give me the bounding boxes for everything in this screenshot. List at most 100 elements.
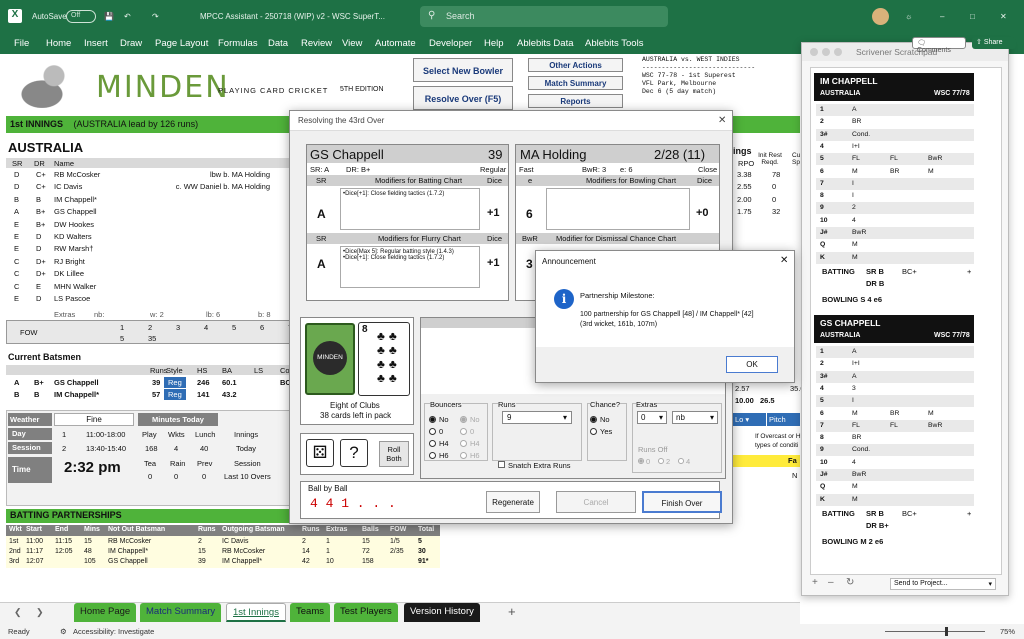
extras-type-select[interactable]: nb ▾ — [672, 411, 718, 424]
roll-both-button[interactable]: Roll Both — [379, 441, 409, 467]
bouncer-radio[interactable] — [429, 428, 436, 435]
share-button[interactable]: ⇧ Share — [972, 37, 1016, 49]
cricketer-logo-icon — [10, 62, 90, 108]
player-name[interactable]: GS Chappell — [54, 207, 97, 216]
tab-match-summary[interactable]: Match Summary — [140, 603, 222, 622]
menu-home[interactable]: Home — [46, 38, 71, 49]
search-input[interactable]: Search — [420, 6, 668, 27]
match-summary-button[interactable]: Match Summary — [528, 76, 623, 90]
bowling-modifiers-box — [546, 188, 690, 230]
menu-page-layout[interactable]: Page Layout — [155, 38, 208, 49]
ok-button[interactable]: OK — [726, 356, 778, 373]
player-name[interactable]: LS Pascoe — [54, 294, 90, 303]
redo-icon[interactable]: ↷ — [152, 12, 159, 21]
chance-yes-radio[interactable] — [590, 428, 597, 435]
restore-icon[interactable]: □ — [970, 12, 975, 21]
remove-icon[interactable]: – — [828, 577, 834, 588]
prev-sheet-icon[interactable]: ❮ — [14, 607, 22, 618]
player-name[interactable]: RJ Bright — [54, 257, 85, 266]
undo-icon[interactable]: ↶ — [124, 12, 131, 21]
menu-data[interactable]: Data — [268, 38, 288, 49]
batsman-style[interactable]: Reg — [164, 389, 186, 400]
chance-no-radio[interactable] — [590, 416, 597, 423]
tab-home-page[interactable]: Home Page — [74, 603, 137, 622]
player-dr: B+ — [36, 219, 46, 229]
menu-draw[interactable]: Draw — [120, 38, 142, 49]
close-dot-icon[interactable] — [810, 48, 818, 56]
close-icon[interactable]: ✕ — [1000, 12, 1007, 21]
fow-label: FOW — [20, 328, 38, 337]
minimize-dot-icon[interactable] — [822, 48, 830, 56]
player-name[interactable]: RB McCosker — [54, 170, 100, 179]
batsman-name[interactable]: IM Chappell* — [54, 390, 99, 399]
player-name[interactable]: IC Davis — [54, 182, 82, 191]
snatch-checkbox[interactable] — [498, 461, 505, 468]
reports-button[interactable]: Reports — [528, 94, 623, 108]
resolve-over-button[interactable]: Resolve Over (F5) — [413, 86, 513, 110]
partnership-cell: 5 — [418, 538, 422, 545]
tab-test-players[interactable]: Test Players — [334, 603, 398, 622]
lo-select[interactable]: Lo ▾ — [733, 413, 766, 426]
zoom-dot-icon[interactable] — [834, 48, 842, 56]
runs-off-radio[interactable] — [638, 458, 644, 464]
bouncer-radio[interactable] — [429, 416, 436, 423]
tab-teams[interactable]: Teams — [290, 603, 330, 622]
player-name[interactable]: DW Hookes — [54, 220, 94, 229]
menu-file[interactable]: File — [14, 38, 29, 49]
dialog-close-icon[interactable]: ✕ — [718, 115, 726, 126]
menu-developer[interactable]: Developer — [429, 38, 472, 49]
add-sheet-icon[interactable]: + — [508, 604, 516, 619]
player-name[interactable]: RW Marsh† — [54, 244, 93, 253]
bouncer-radio-2[interactable] — [460, 428, 467, 435]
send-to-project-select[interactable]: Send to Project... ▾ — [890, 578, 996, 590]
zoom-slider[interactable] — [885, 631, 985, 632]
menu-review[interactable]: Review — [301, 38, 332, 49]
weather-value[interactable]: Fine — [54, 413, 134, 426]
player-sr: E — [14, 294, 20, 303]
batsman-style[interactable]: Reg — [164, 377, 186, 388]
save-icon[interactable]: 💾 — [104, 12, 114, 21]
accessibility-icon[interactable]: ⚙ — [60, 627, 67, 636]
bouncer-radio-2[interactable] — [460, 440, 467, 447]
bouncer-radio[interactable] — [429, 440, 436, 447]
scratch-card-rank: 5 — [820, 155, 824, 163]
minimize-icon[interactable]: – — [940, 12, 944, 21]
player-name[interactable]: MHN Walker — [54, 282, 96, 291]
comments-button[interactable]: 🗨 Comments — [912, 37, 966, 54]
player-name[interactable]: DK Lillee — [54, 269, 84, 278]
regenerate-button[interactable]: Regenerate — [486, 491, 540, 513]
menu-view[interactable]: View — [342, 38, 362, 49]
avatar[interactable] — [872, 8, 889, 25]
player-name[interactable]: IM Chappell* — [54, 195, 97, 204]
add-icon[interactable]: + — [812, 577, 818, 588]
menu-ablebits-tools[interactable]: Ablebits Tools — [585, 38, 643, 49]
runs-off-radio[interactable] — [678, 458, 684, 464]
cancel-button[interactable]: Cancel — [556, 491, 636, 513]
lightbulb-icon[interactable]: ☼ — [905, 12, 912, 21]
other-actions-button[interactable]: Other Actions — [528, 58, 623, 72]
menu-ablebits-data[interactable]: Ablebits Data — [517, 38, 574, 49]
runs-off-radio[interactable] — [658, 458, 664, 464]
next-sheet-icon[interactable]: ❯ — [36, 607, 44, 618]
announcement-close-icon[interactable]: ✕ — [780, 255, 788, 266]
bouncer-radio-2[interactable] — [460, 452, 467, 459]
zoom-thumb[interactable] — [945, 627, 948, 636]
tab-version-history[interactable]: Version History — [404, 603, 480, 622]
bouncer-radio[interactable] — [429, 452, 436, 459]
menu-insert[interactable]: Insert — [84, 38, 108, 49]
select-bowler-button[interactable]: Select New Bowler — [413, 58, 513, 82]
finish-over-button[interactable]: Finish Over — [642, 491, 722, 513]
refresh-icon[interactable]: ↻ — [846, 577, 854, 588]
player-name[interactable]: KD Walters — [54, 232, 92, 241]
menu-automate[interactable]: Automate — [375, 38, 416, 49]
extras-count-select[interactable]: 0 ▾ — [637, 411, 667, 424]
menu-help[interactable]: Help — [484, 38, 504, 49]
batsman-name[interactable]: GS Chappell — [54, 378, 99, 387]
tab-1st-innings[interactable]: 1st Innings — [226, 603, 286, 622]
bouncer-radio-2[interactable] — [460, 416, 467, 423]
other-stat-1: 2.57 — [735, 384, 750, 393]
menu-formulas[interactable]: Formulas — [218, 38, 258, 49]
runs-select[interactable]: 9 ▾ — [502, 411, 572, 424]
accessibility-status[interactable]: Accessibility: Investigate — [73, 627, 154, 636]
autosave-toggle[interactable]: Off — [66, 10, 96, 23]
